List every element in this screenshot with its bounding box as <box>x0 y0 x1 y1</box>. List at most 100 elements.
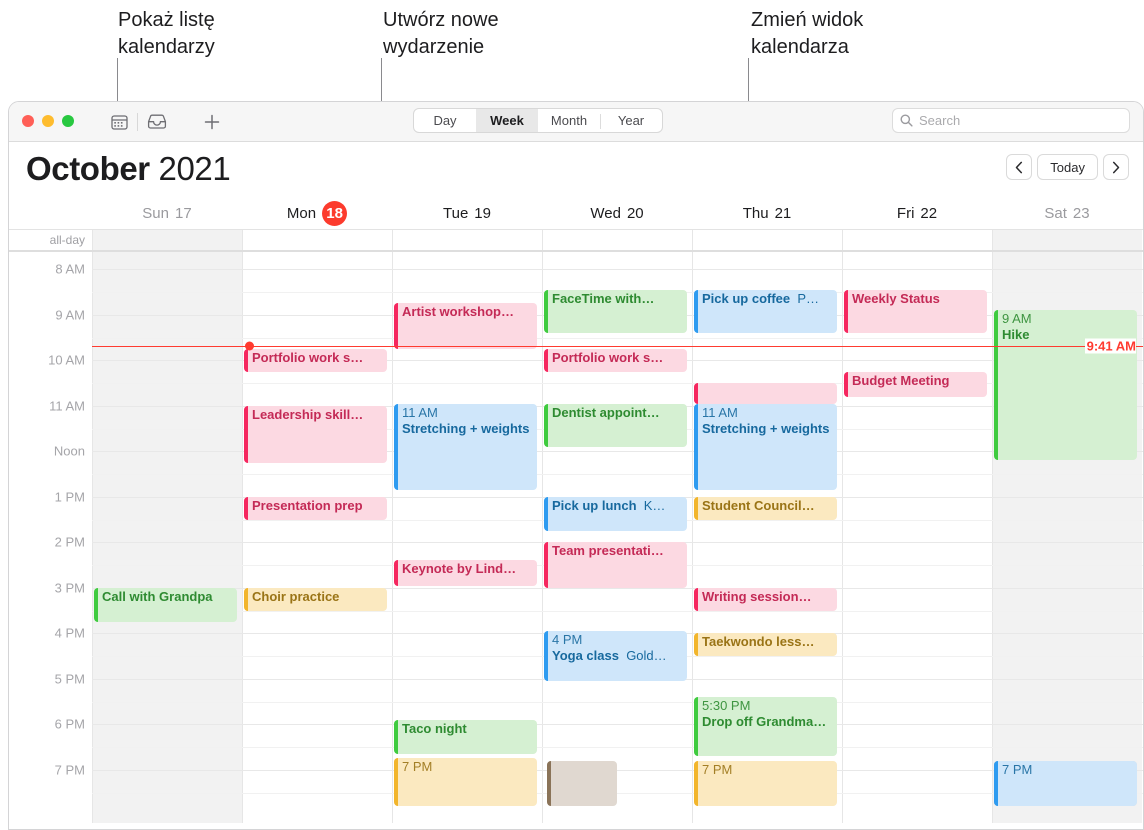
event-title: Presentation prep <box>252 498 385 514</box>
callout-show-calendar-list: Pokaż listę kalendarzy <box>118 9 215 58</box>
calendar-event[interactable]: Budget Meeting <box>844 371 987 397</box>
calendar-event[interactable]: 7 PM <box>694 760 837 807</box>
all-day-cell[interactable] <box>92 230 242 250</box>
event-title-text: Budget Meeting <box>852 372 950 388</box>
next-week-button[interactable] <box>1103 154 1129 180</box>
event-title: Taco night <box>402 721 535 737</box>
weekday-header-thu[interactable]: Thu 21 <box>692 197 842 229</box>
calendar-event[interactable]: 4 PM Yoga class Gold… <box>544 631 687 682</box>
calendar-event[interactable]: 7 PM <box>994 760 1137 807</box>
weekday-header-mon[interactable]: Mon 18 <box>242 197 392 229</box>
calendar-event[interactable]: Presentation prep <box>244 496 387 520</box>
weekday-header-sat[interactable]: Sat 23 <box>992 197 1142 229</box>
weekday-header-tue[interactable]: Tue 19 <box>392 197 542 229</box>
event-color-bar <box>544 542 548 588</box>
view-segmented-control[interactable]: Day Week Month Year <box>413 108 663 133</box>
calendar-event[interactable]: 5:30 PM Drop off Grandma… <box>694 696 837 757</box>
event-color-bar <box>694 696 698 757</box>
calendar-event[interactable]: Student Council… <box>694 496 837 520</box>
plus-icon[interactable] <box>201 112 223 132</box>
calendar-event[interactable]: Weekly Status <box>844 289 987 333</box>
event-title-text: Portfolio work s… <box>252 349 364 365</box>
calendar-event[interactable]: Taco night <box>394 719 537 754</box>
zoom-button[interactable] <box>62 115 74 127</box>
calendar-sidebar-icon[interactable] <box>108 112 130 132</box>
calendar-event[interactable]: Taekwondo less… <box>694 633 837 657</box>
search-field[interactable]: Search <box>892 108 1130 133</box>
hour-label: 2 PM <box>54 534 85 550</box>
event-color-bar <box>694 403 698 490</box>
half-hour-gridline <box>92 474 1143 476</box>
event-title-text: Artist workshop… <box>402 304 514 320</box>
day-number: 17 <box>175 204 192 222</box>
all-day-cell[interactable] <box>842 230 992 250</box>
all-day-cell[interactable] <box>542 230 692 250</box>
all-day-cell[interactable] <box>692 230 842 250</box>
today-button[interactable]: Today <box>1037 154 1098 180</box>
view-segment-month[interactable]: Month <box>538 109 600 132</box>
event-color-bar <box>544 289 548 333</box>
hour-label: 5 PM <box>54 671 85 687</box>
calendar-event[interactable]: Choir practice <box>244 587 387 611</box>
calendar-event[interactable]: Writing session… <box>694 587 837 611</box>
event-color-bar <box>244 348 248 372</box>
calendar-event[interactable]: 7 PM <box>394 758 537 807</box>
calendar-event[interactable]: Dentist appoint… <box>544 403 687 447</box>
calendar-event[interactable]: Portfolio work s… <box>244 348 387 372</box>
event-title: Writing session… <box>702 589 835 605</box>
calendar-event[interactable]: Team presentati… <box>544 542 687 588</box>
calendar-event[interactable] <box>547 760 617 807</box>
event-color-bar <box>394 560 398 586</box>
calendar-event[interactable]: Keynote by Lind… <box>394 560 537 586</box>
half-hour-gridline <box>92 610 1143 612</box>
day-number: 22 <box>920 204 938 222</box>
weekday-header-sun[interactable]: Sun 17 <box>92 197 242 229</box>
all-day-cell[interactable] <box>242 230 392 250</box>
half-hour-gridline <box>92 337 1143 339</box>
current-time-label: 9:41 AM <box>1084 338 1136 354</box>
event-color-bar <box>544 496 548 531</box>
calendar-event[interactable]: 11 AM Stretching + weights <box>694 403 837 490</box>
event-title-text: Stretching + weights <box>402 420 530 436</box>
calendar-event[interactable]: Leadership skill… <box>244 405 387 463</box>
all-day-cell[interactable] <box>992 230 1142 250</box>
event-title: Weekly Status <box>852 291 985 307</box>
event-color-bar <box>544 403 548 447</box>
event-title-text: Portfolio work s… <box>552 349 664 365</box>
close-button[interactable] <box>22 115 34 127</box>
calendar-event[interactable]: Pick up lunch K… <box>544 496 687 531</box>
event-title-text: Yoga class <box>552 648 619 663</box>
calendar-event[interactable] <box>694 383 837 404</box>
event-title: Budget Meeting <box>852 373 985 389</box>
traffic-lights <box>22 115 74 127</box>
event-title: Stretching + weights <box>402 421 535 437</box>
minimize-button[interactable] <box>42 115 54 127</box>
weekday-header-wed[interactable]: Wed 20 <box>542 197 692 229</box>
calendar-grid[interactable]: Call with Grandpa Portfolio work s… Leader… <box>9 252 1143 823</box>
calendar-event[interactable]: Artist workshop… <box>394 303 537 349</box>
event-title-text: Call with Grandpa <box>102 588 213 604</box>
event-title-text: Pick up coffee <box>702 290 791 306</box>
event-title: Pick up lunch K… <box>552 498 685 514</box>
event-title: Pick up coffee P… <box>702 291 835 307</box>
event-location: K… <box>636 497 666 513</box>
calendar-event[interactable]: 11 AM Stretching + weights <box>394 403 537 490</box>
view-segment-day[interactable]: Day <box>414 109 476 132</box>
view-segment-year[interactable]: Year <box>600 109 662 132</box>
all-day-cell[interactable] <box>392 230 542 250</box>
calendar-event[interactable]: 9 AM Hike <box>994 310 1137 461</box>
inbox-icon[interactable] <box>146 112 168 132</box>
calendar-event[interactable]: Portfolio work s… <box>544 348 687 372</box>
day-number: 19 <box>474 204 491 222</box>
weekday-header-fri[interactable]: Fri 22 <box>842 197 992 229</box>
event-color-bar <box>694 760 698 807</box>
hour-label: 9 AM <box>55 307 85 323</box>
calendar-event[interactable]: Call with Grandpa <box>94 587 237 622</box>
calendar-event[interactable]: Pick up coffee P… <box>694 289 837 333</box>
event-title-text: Keynote by Lind… <box>402 561 517 577</box>
view-segment-week[interactable]: Week <box>476 109 538 132</box>
event-title: Leadership skill… <box>252 407 385 423</box>
event-title: Keynote by Lind… <box>402 561 535 577</box>
previous-week-button[interactable] <box>1006 154 1033 180</box>
calendar-event[interactable]: FaceTime with… <box>544 289 687 333</box>
